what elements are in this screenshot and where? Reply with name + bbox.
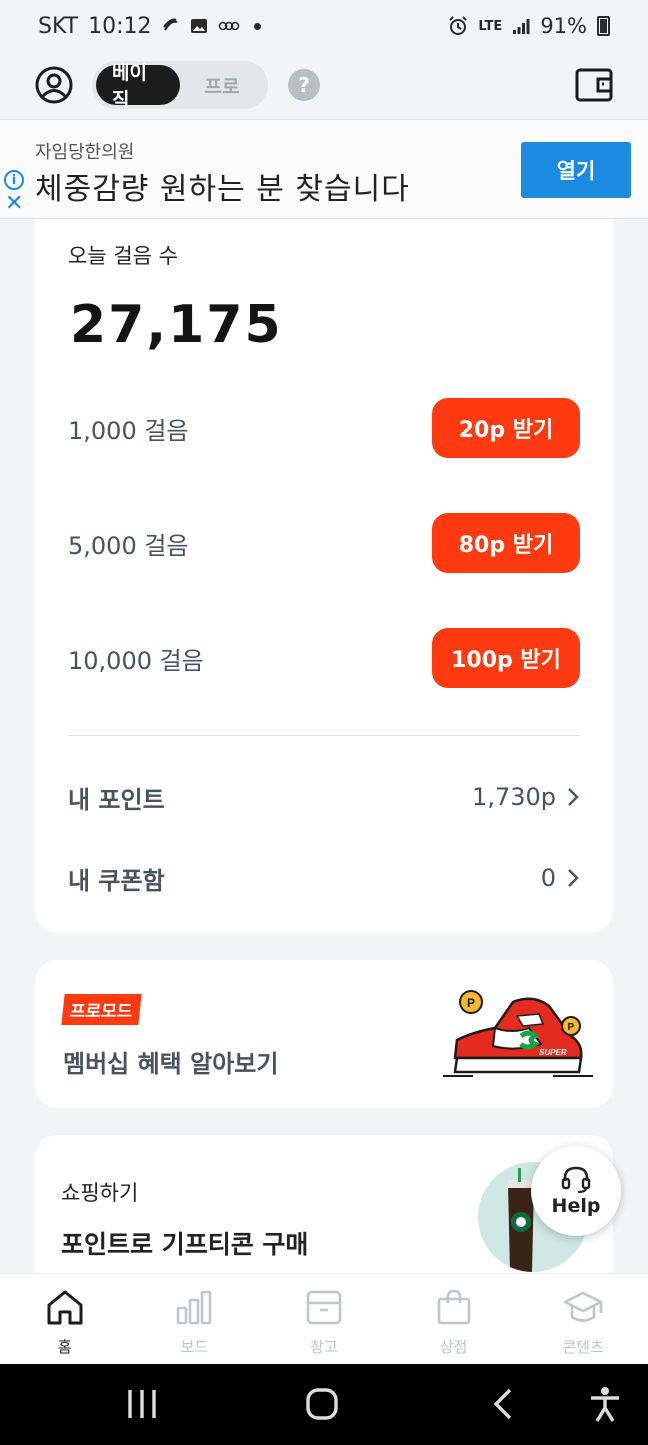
nav-item-board[interactable]: 보드 <box>130 1274 260 1364</box>
nav-item-contents[interactable]: 콘텐츠 <box>518 1274 648 1364</box>
reward-threshold-label: 1,000 걸음 <box>68 416 189 445</box>
mode-pro-tab[interactable]: 프로 <box>180 65 264 105</box>
mode-toggle: 베이직 프로 <box>92 61 268 111</box>
my-points-value: 1,730p <box>472 783 556 811</box>
my-coupons-value: 0 <box>540 864 556 892</box>
alarm-icon <box>449 16 468 35</box>
nav-label: 홈 <box>57 1338 72 1356</box>
svg-text:P: P <box>467 996 475 1010</box>
profile-icon[interactable] <box>34 65 74 105</box>
ad-headline[interactable]: 체중감량 원하는 분 찾습니다 <box>35 164 410 208</box>
nav-item-storage[interactable]: 창고 <box>259 1274 389 1364</box>
reward-threshold-label: 10,000 걸음 <box>68 646 204 675</box>
recent-apps-icon[interactable] <box>122 1384 162 1424</box>
battery-icon <box>597 16 610 36</box>
ad-banner[interactable]: 자임당한의원 체중감량 원하는 분 찾습니다 i ✕ 열기 <box>0 119 648 219</box>
gallery-notification-icon <box>190 19 207 33</box>
home-icon <box>47 1290 83 1325</box>
help-fab-button[interactable]: Help <box>531 1146 621 1236</box>
help-question-icon[interactable]: ? <box>288 69 320 101</box>
buy-gifticon-title: 포인트로 기프티콘 구매 <box>61 1230 309 1259</box>
nav-label: 콘텐츠 <box>562 1338 604 1356</box>
sneaker-label-text: SUPER <box>539 1048 567 1057</box>
my-coupons-label: 내 쿠폰함 <box>68 866 165 895</box>
today-steps-label: 오늘 걸음 수 <box>68 244 178 268</box>
status-bar: SKT 10:12 LTE 91% <box>0 0 648 52</box>
super-sneaker-illustration: SUPER P P <box>443 990 593 1077</box>
today-steps-count: 27,175 <box>70 295 283 355</box>
signal-icon <box>513 19 530 34</box>
carrier-text: SKT <box>38 13 79 39</box>
mode-basic-tab[interactable]: 베이직 <box>96 62 180 111</box>
bottom-nav: 홈 보드 창고 상점 콘텐츠 <box>0 1273 648 1364</box>
claim-80p-button[interactable]: 80p 받기 <box>432 513 580 573</box>
home-button-icon[interactable] <box>302 1384 342 1424</box>
network-type-text: LTE <box>478 18 503 34</box>
reward-row: 5,000 걸음 80p 받기 <box>68 512 580 574</box>
svg-text:P: P <box>568 1022 575 1033</box>
clock-text: 10:12 <box>88 13 152 39</box>
pro-mode-promo-card[interactable]: 프로모드 멤버십 혜택 알아보기 SUPER P P <box>35 960 613 1108</box>
nav-label: 상점 <box>439 1338 468 1356</box>
nav-label: 보드 <box>180 1338 209 1356</box>
chevron-right-icon <box>568 869 579 887</box>
my-coupons-row[interactable]: 내 쿠폰함 0 <box>68 858 580 898</box>
shopping-label: 쇼핑하기 <box>61 1181 139 1205</box>
more-notifications-dot-icon <box>253 22 261 30</box>
ad-close-icon[interactable]: ✕ <box>5 193 23 215</box>
reward-threshold-label: 5,000 걸음 <box>68 531 189 560</box>
help-fab-label: Help <box>551 1195 601 1217</box>
back-icon[interactable] <box>484 1384 524 1424</box>
shopping-bag-icon <box>437 1289 470 1325</box>
nav-label: 창고 <box>310 1338 338 1356</box>
box-icon <box>306 1290 342 1325</box>
chevron-right-icon <box>568 788 579 806</box>
headset-icon <box>561 1166 591 1193</box>
membership-benefits-title: 멤버십 혜택 알아보기 <box>63 1050 279 1078</box>
bar-chart-icon <box>177 1290 212 1325</box>
accessibility-icon[interactable] <box>585 1384 625 1424</box>
claim-20p-button[interactable]: 20p 받기 <box>432 398 580 458</box>
steps-card: 오늘 걸음 수 27,175 1,000 걸음 20p 받기 5,000 걸음 … <box>35 219 613 933</box>
pro-mode-badge: 프로모드 <box>61 994 142 1025</box>
ad-open-button[interactable]: 열기 <box>521 142 631 198</box>
shopping-card[interactable]: 쇼핑하기 포인트로 기프티콘 구매 <box>35 1135 613 1295</box>
claim-100p-button[interactable]: 100p 받기 <box>432 628 580 688</box>
my-points-label: 내 포인트 <box>68 785 165 814</box>
nav-item-home[interactable]: 홈 <box>0 1274 130 1364</box>
graduation-cap-icon <box>563 1291 603 1322</box>
battery-percent-text: 91% <box>540 14 587 38</box>
app-header: 베이직 프로 ? <box>0 52 648 118</box>
ad-advertiser: 자임당한의원 <box>35 142 135 163</box>
app-badge-icon <box>218 21 239 31</box>
reward-row: 10,000 걸음 100p 받기 <box>68 627 580 689</box>
my-points-row[interactable]: 내 포인트 1,730p <box>68 777 580 817</box>
nav-item-shop[interactable]: 상점 <box>389 1274 519 1364</box>
reward-row: 1,000 걸음 20p 받기 <box>68 397 580 459</box>
ad-info-icon[interactable]: i <box>4 170 24 190</box>
app-notification-icon <box>162 18 177 31</box>
wallet-icon[interactable] <box>574 65 614 105</box>
system-nav-bar <box>0 1364 648 1445</box>
divider <box>68 735 580 736</box>
